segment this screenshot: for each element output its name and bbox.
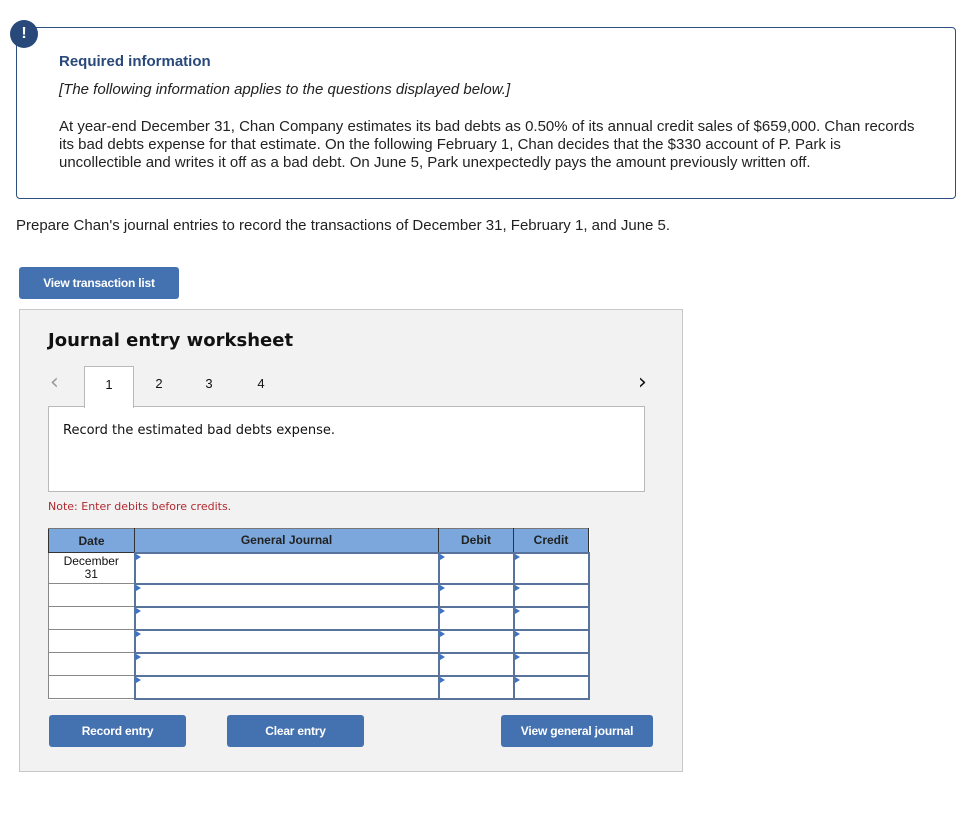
debit-input[interactable] xyxy=(439,653,513,675)
debit-cell[interactable] xyxy=(437,551,515,585)
question-prompt: Prepare Chan's journal entries to record… xyxy=(16,217,671,234)
account-input[interactable] xyxy=(135,553,438,583)
dropdown-marker-icon xyxy=(439,676,445,683)
debit-input[interactable] xyxy=(439,676,513,698)
account-input[interactable] xyxy=(135,676,438,698)
next-entry-chevron-icon[interactable]: › xyxy=(638,370,647,395)
credit-input[interactable] xyxy=(514,653,588,675)
credit-input[interactable] xyxy=(514,584,588,606)
view-general-journal-button[interactable]: View general journal xyxy=(501,715,653,747)
required-information-panel: Required information [The following info… xyxy=(16,27,956,199)
dropdown-marker-icon xyxy=(514,653,520,660)
credit-cell[interactable] xyxy=(512,551,590,585)
dropdown-marker-icon xyxy=(514,676,520,683)
table-header-row: Date General Journal Debit Credit xyxy=(48,528,589,553)
dropdown-marker-icon xyxy=(514,630,520,637)
tab-entry-4[interactable]: 4 xyxy=(236,366,286,408)
entry-description-box: Record the estimated bad debts expense. xyxy=(48,406,645,492)
entry-description: Record the estimated bad debts expense. xyxy=(63,423,336,438)
general-journal-table: Date General Journal Debit Credit Decemb… xyxy=(48,528,590,700)
dropdown-marker-icon xyxy=(439,630,445,637)
table-row: December 31 xyxy=(48,551,590,585)
account-cell[interactable] xyxy=(133,628,440,654)
previous-entry-chevron-icon[interactable]: ‹ xyxy=(50,370,59,395)
column-header-credit: Credit xyxy=(513,528,589,553)
account-cell[interactable] xyxy=(133,651,440,677)
dropdown-marker-icon xyxy=(439,607,445,614)
dropdown-marker-icon xyxy=(439,653,445,660)
account-cell[interactable] xyxy=(133,551,440,585)
date-cell xyxy=(48,629,135,653)
dropdown-marker-icon xyxy=(514,607,520,614)
dropdown-marker-icon xyxy=(514,584,520,591)
worksheet-title: Journal entry worksheet xyxy=(48,330,294,351)
view-transaction-list-button[interactable]: View transaction list xyxy=(19,267,179,299)
date-cell xyxy=(48,675,135,699)
date-cell xyxy=(48,606,135,630)
credit-input[interactable] xyxy=(514,630,588,652)
table-row xyxy=(48,582,590,608)
debit-credit-note: Note: Enter debits before credits. xyxy=(48,500,232,513)
debit-cell[interactable] xyxy=(437,628,515,654)
alert-icon: ! xyxy=(10,20,38,48)
account-cell[interactable] xyxy=(133,605,440,631)
dropdown-marker-icon xyxy=(135,584,141,591)
journal-entry-worksheet: Journal entry worksheet ‹ 1 2 3 4 › Reco… xyxy=(19,309,683,772)
account-cell[interactable] xyxy=(133,582,440,608)
table-row xyxy=(48,651,590,677)
required-information-title: Required information xyxy=(59,53,211,70)
debit-cell[interactable] xyxy=(437,651,515,677)
required-information-body: At year-end December 31, Chan Company es… xyxy=(59,118,915,171)
dropdown-marker-icon xyxy=(135,653,141,660)
debit-cell[interactable] xyxy=(437,605,515,631)
credit-cell[interactable] xyxy=(512,582,590,608)
credit-input[interactable] xyxy=(514,676,588,698)
column-header-general-journal: General Journal xyxy=(134,528,439,553)
table-row xyxy=(48,605,590,631)
account-input[interactable] xyxy=(135,607,438,629)
required-information-subtitle: [The following information applies to th… xyxy=(59,81,511,98)
dropdown-marker-icon xyxy=(439,553,445,560)
account-input[interactable] xyxy=(135,653,438,675)
credit-input[interactable] xyxy=(514,553,588,583)
dropdown-marker-icon xyxy=(439,584,445,591)
clear-entry-button[interactable]: Clear entry xyxy=(227,715,364,747)
date-cell: December 31 xyxy=(48,552,135,584)
dropdown-marker-icon xyxy=(135,630,141,637)
debit-input[interactable] xyxy=(439,630,513,652)
tab-entry-3[interactable]: 3 xyxy=(184,366,234,408)
date-cell xyxy=(48,652,135,676)
tab-entry-1[interactable]: 1 xyxy=(84,366,134,408)
debit-cell[interactable] xyxy=(437,674,515,700)
column-header-debit: Debit xyxy=(438,528,514,553)
tab-entry-2[interactable]: 2 xyxy=(134,366,184,408)
account-input[interactable] xyxy=(135,630,438,652)
credit-cell[interactable] xyxy=(512,628,590,654)
credit-input[interactable] xyxy=(514,607,588,629)
column-header-date: Date xyxy=(48,528,135,553)
account-cell[interactable] xyxy=(133,674,440,700)
debit-input[interactable] xyxy=(439,553,513,583)
record-entry-button[interactable]: Record entry xyxy=(49,715,186,747)
dropdown-marker-icon xyxy=(135,607,141,614)
dropdown-marker-icon xyxy=(514,553,520,560)
credit-cell[interactable] xyxy=(512,651,590,677)
dropdown-marker-icon xyxy=(135,553,141,560)
table-row xyxy=(48,674,590,700)
dropdown-marker-icon xyxy=(135,676,141,683)
credit-cell[interactable] xyxy=(512,605,590,631)
debit-input[interactable] xyxy=(439,584,513,606)
debit-cell[interactable] xyxy=(437,582,515,608)
date-cell xyxy=(48,583,135,607)
table-row xyxy=(48,628,590,654)
account-input[interactable] xyxy=(135,584,438,606)
debit-input[interactable] xyxy=(439,607,513,629)
credit-cell[interactable] xyxy=(512,674,590,700)
